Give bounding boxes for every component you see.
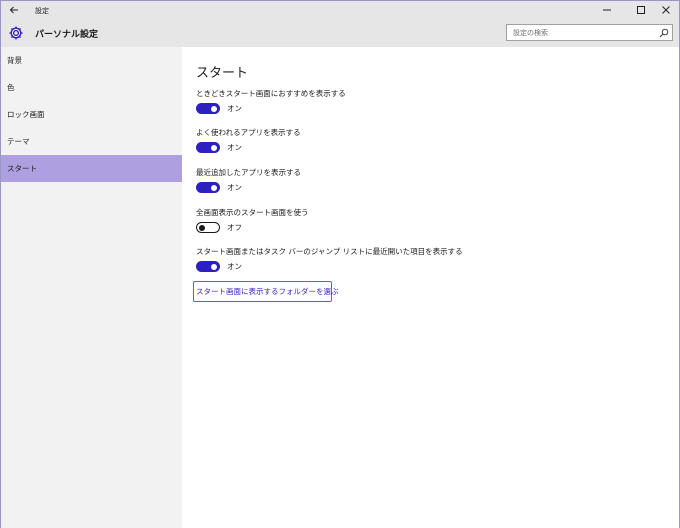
toggle-switch[interactable]	[196, 182, 220, 193]
setting-label: 全画面表示のスタート画面を使う	[196, 208, 309, 217]
toggle-switch[interactable]	[196, 103, 220, 114]
sidebar: 背景 色 ロック画面 テーマ スタート	[1, 47, 182, 528]
close-button[interactable]	[651, 1, 680, 19]
toggle-switch[interactable]	[196, 261, 220, 272]
setting-label: ときどきスタート画面におすすめを表示する	[196, 89, 346, 98]
sidebar-item-lock-screen[interactable]: ロック画面	[1, 101, 182, 128]
search-icon[interactable]	[659, 28, 669, 38]
close-icon	[662, 6, 670, 14]
toggle-state: オン	[227, 104, 242, 113]
sidebar-item-label: スタート	[7, 164, 37, 173]
search-box[interactable]	[506, 24, 673, 41]
toggle-state: オフ	[227, 223, 242, 232]
back-button[interactable]	[1, 1, 27, 19]
setting-label: よく使われるアプリを表示する	[196, 128, 301, 137]
maximize-icon	[637, 6, 645, 14]
sidebar-item-label: ロック画面	[7, 110, 45, 119]
toggle-state: オン	[227, 183, 242, 192]
toggle-row: オン	[196, 261, 463, 272]
search-input[interactable]	[507, 25, 655, 40]
setting-label: 最近追加したアプリを表示する	[196, 168, 301, 177]
sidebar-item-color[interactable]: 色	[1, 74, 182, 101]
toggle-row: オン	[196, 182, 301, 193]
title-bar: 設定	[1, 1, 679, 19]
page-title: パーソナル設定	[35, 30, 99, 40]
back-arrow-icon	[9, 6, 18, 14]
setting-jump-list: スタート画面またはタスク バーのジャンプ リストに最近開いた項目を表示する オン	[196, 246, 463, 272]
setting-recently-added: 最近追加したアプリを表示する オン	[196, 167, 301, 193]
sidebar-item-label: 背景	[7, 56, 22, 65]
toggle-row: オン	[196, 103, 346, 114]
setting-label: スタート画面またはタスク バーのジャンプ リストに最近開いた項目を表示する	[196, 247, 463, 256]
setting-suggestions: ときどきスタート画面におすすめを表示する オン	[196, 88, 346, 114]
toggle-row: オフ	[196, 222, 309, 233]
toggle-knob	[211, 263, 217, 270]
sidebar-item-label: テーマ	[7, 137, 30, 146]
window-title: 設定	[35, 7, 49, 15]
sidebar-item-theme[interactable]: テーマ	[1, 128, 182, 155]
toggle-knob	[211, 144, 217, 151]
section-heading: スタート	[196, 66, 249, 81]
gear-icon	[9, 26, 23, 40]
minimize-icon	[603, 9, 611, 11]
toggle-knob	[211, 105, 217, 112]
app-header: パーソナル設定	[1, 19, 679, 47]
toggle-knob	[211, 184, 217, 191]
toggle-state: オン	[227, 262, 242, 271]
minimize-button[interactable]	[592, 1, 622, 19]
setting-full-screen: 全画面表示のスタート画面を使う オフ	[196, 207, 309, 233]
toggle-switch[interactable]	[196, 222, 220, 233]
setting-most-used: よく使われるアプリを表示する オン	[196, 127, 301, 153]
choose-folders-link[interactable]: スタート画面に表示するフォルダーを選ぶ	[193, 281, 339, 302]
toggle-knob	[199, 224, 205, 231]
toggle-state: オン	[227, 143, 242, 152]
sidebar-item-start[interactable]: スタート	[1, 155, 182, 182]
toggle-row: オン	[196, 142, 301, 153]
sidebar-item-background[interactable]: 背景	[1, 47, 182, 74]
sidebar-item-label: 色	[7, 83, 15, 92]
main-content: スタート ときどきスタート画面におすすめを表示する オン よく使われるアプリを表…	[182, 47, 679, 528]
toggle-switch[interactable]	[196, 142, 220, 153]
